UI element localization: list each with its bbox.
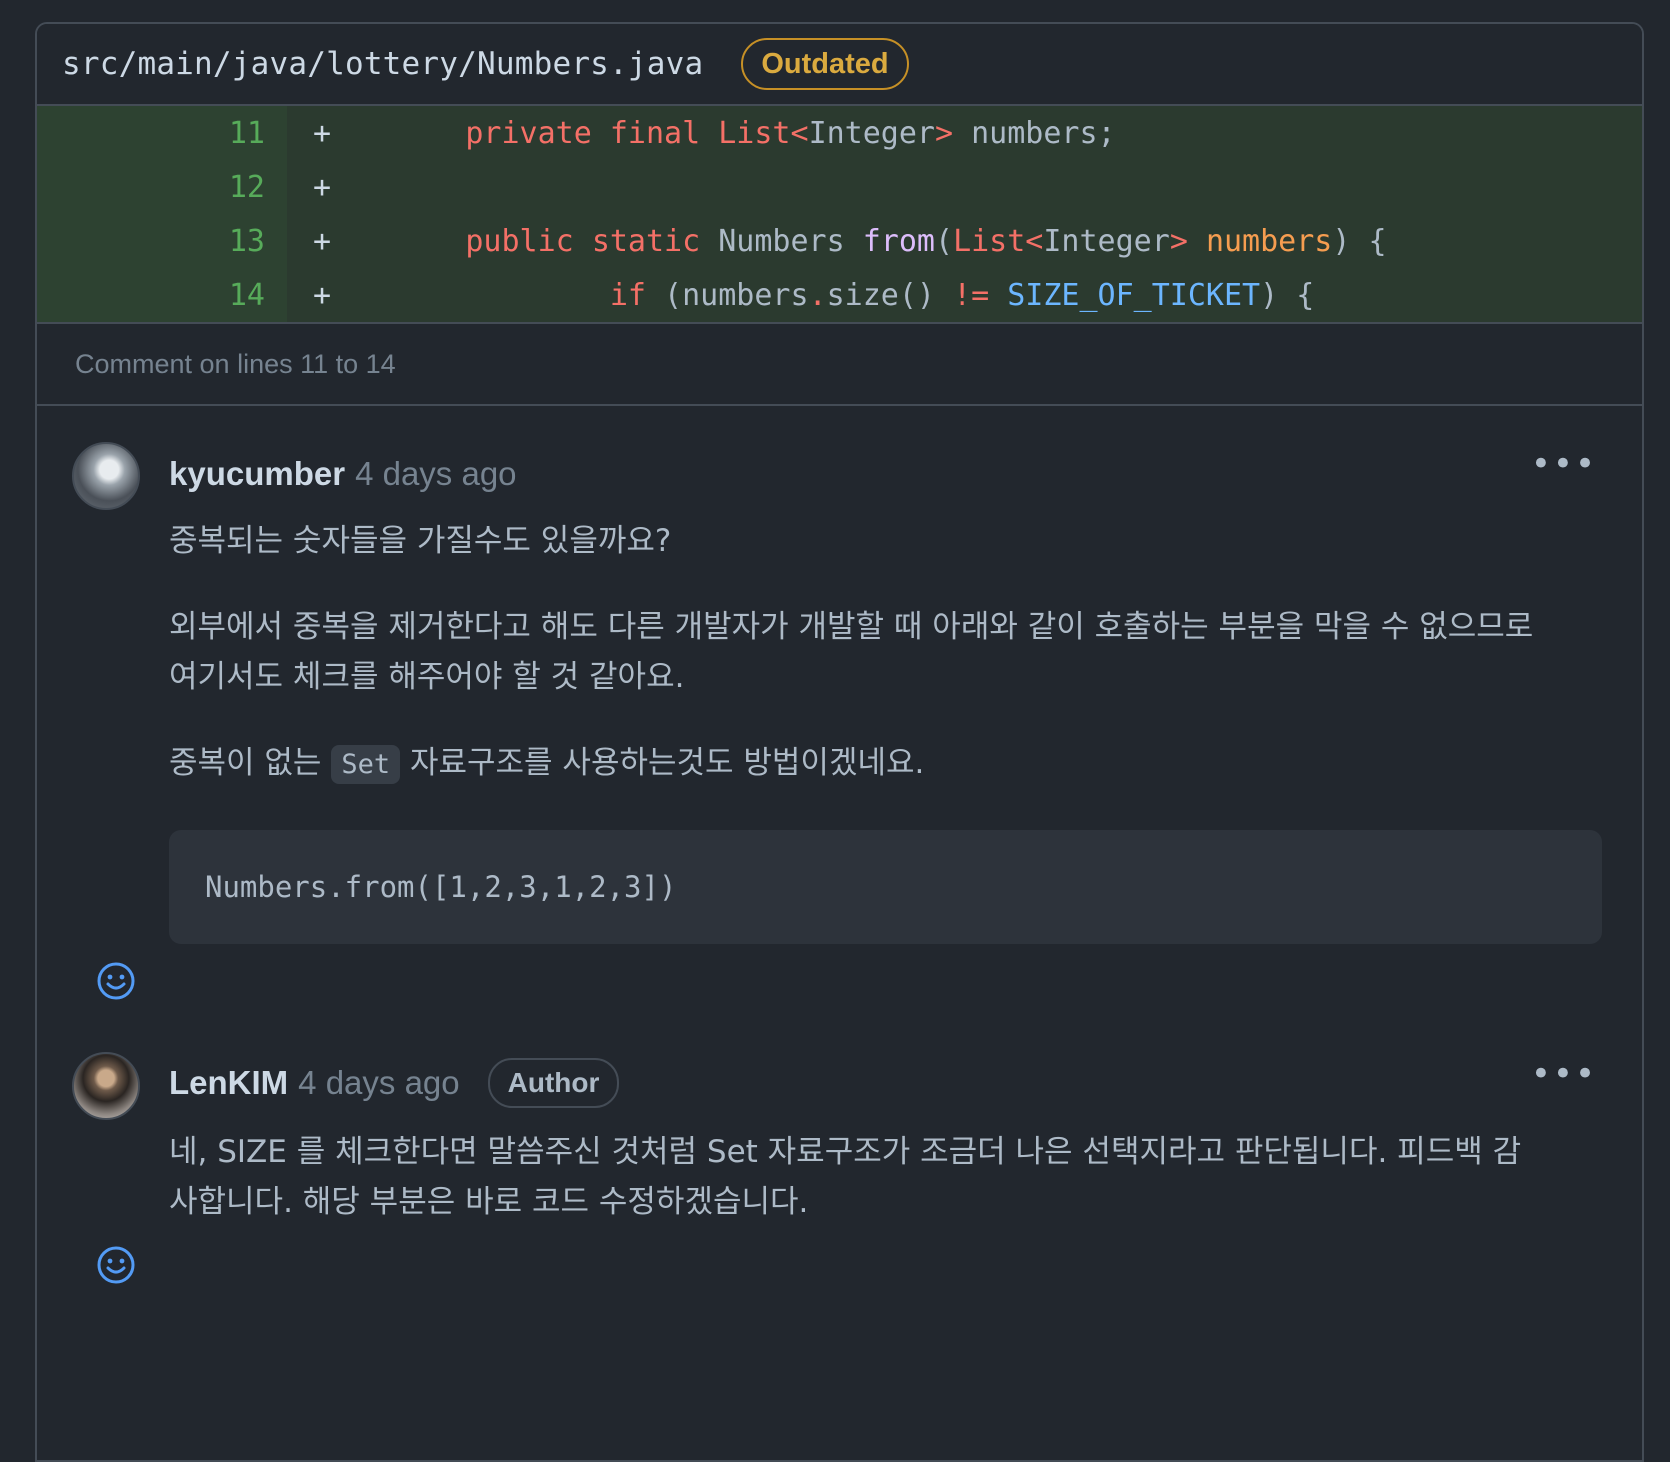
comment-text-line: 외부에서 중복을 제거한다고 해도 다른 개발자가 개발할 때 아래와 같이 호… bbox=[169, 609, 1534, 645]
code-line: public static Numbers from(List<Integer>… bbox=[465, 223, 1387, 259]
line-number[interactable]: 14 bbox=[37, 268, 287, 322]
code-block: Numbers.from([1,2,3,1,2,3]) bbox=[169, 830, 1602, 944]
diff-line: 13 + public static Numbers from(List<Int… bbox=[37, 214, 1642, 268]
author-name[interactable]: kyucumber bbox=[169, 455, 345, 493]
author-badge: Author bbox=[487, 1058, 620, 1108]
comment-paragraph: 외부에서 중복을 제거한다고 해도 다른 개발자가 개발할 때 아래와 같이 호… bbox=[169, 602, 1602, 702]
diff-line: 11 + private final List<Integer> numbers… bbox=[37, 106, 1642, 160]
comment-header: LenKIM 4 days ago Author bbox=[169, 1053, 1602, 1113]
review-thread-box: src/main/java/lottery/Numbers.java Outda… bbox=[35, 22, 1644, 1462]
code-line: if (numbers.size() != SIZE_OF_TICKET) { bbox=[609, 277, 1315, 313]
file-path-link[interactable]: src/main/java/lottery/Numbers.java bbox=[62, 46, 703, 82]
author-name[interactable]: LenKIM bbox=[169, 1064, 288, 1102]
comment-lenkim: LenKIM 4 days ago Author ••• 네, SIZE 를 체… bbox=[37, 1010, 1642, 1390]
more-options-button[interactable]: ••• bbox=[1531, 444, 1597, 484]
comment-thread: kyucumber 4 days ago ••• 중복되는 숫자들을 가질수도 … bbox=[37, 406, 1642, 1390]
comment-header: kyucumber 4 days ago bbox=[169, 444, 1602, 504]
comment-text: 자료구조를 사용하는것도 방법이겠네요. bbox=[409, 745, 925, 781]
comment-timestamp[interactable]: 4 days ago bbox=[298, 1064, 459, 1102]
line-number[interactable]: 11 bbox=[37, 106, 287, 160]
comment-paragraph: 중복이 없는 Set 자료구조를 사용하는것도 방법이겠네요. bbox=[169, 738, 1602, 790]
comment-text-line: 여기서도 체크를 해주어야 할 것 같아요. bbox=[169, 659, 685, 695]
comment-text-line: 사합니다. 해당 부분은 바로 코드 수정하겠습니다. bbox=[169, 1184, 809, 1220]
comment-text: 중복이 없는 bbox=[169, 745, 322, 781]
diff-line: 12 + bbox=[37, 160, 1642, 214]
outdated-badge: Outdated bbox=[741, 38, 909, 90]
file-header: src/main/java/lottery/Numbers.java Outda… bbox=[37, 24, 1642, 106]
comment-lines-label: Comment on lines 11 to 14 bbox=[37, 324, 1642, 406]
comment-text-line: 네, SIZE 를 체크한다면 말씀주신 것처럼 Set 자료구조가 조금더 나… bbox=[169, 1134, 1522, 1170]
comment-paragraph: 네, SIZE 를 체크한다면 말씀주신 것처럼 Set 자료구조가 조금더 나… bbox=[169, 1127, 1602, 1227]
comment-timestamp[interactable]: 4 days ago bbox=[355, 455, 516, 493]
code-line: private final List<Integer> numbers; bbox=[465, 115, 1116, 151]
comment-paragraph: 중복되는 숫자들을 가질수도 있을까요? bbox=[169, 523, 672, 559]
diff-snippet: 11 + private final List<Integer> numbers… bbox=[37, 106, 1642, 324]
smiley-reaction-icon[interactable] bbox=[96, 961, 136, 1001]
avatar[interactable] bbox=[72, 442, 140, 510]
line-number[interactable]: 12 bbox=[37, 160, 287, 214]
avatar[interactable] bbox=[72, 1052, 140, 1120]
diff-add-marker: + bbox=[312, 169, 332, 205]
diff-add-marker: + bbox=[312, 223, 332, 259]
inline-code: Set bbox=[331, 745, 401, 784]
diff-add-marker: + bbox=[312, 115, 332, 151]
line-number[interactable]: 13 bbox=[37, 214, 287, 268]
smiley-reaction-icon[interactable] bbox=[96, 1245, 136, 1285]
diff-add-marker: + bbox=[312, 277, 332, 313]
comment-kyucumber: kyucumber 4 days ago ••• 중복되는 숫자들을 가질수도 … bbox=[37, 406, 1642, 1010]
diff-line: 14 + if (numbers.size() != SIZE_OF_TICKE… bbox=[37, 268, 1642, 322]
more-options-button[interactable]: ••• bbox=[1531, 1054, 1597, 1094]
